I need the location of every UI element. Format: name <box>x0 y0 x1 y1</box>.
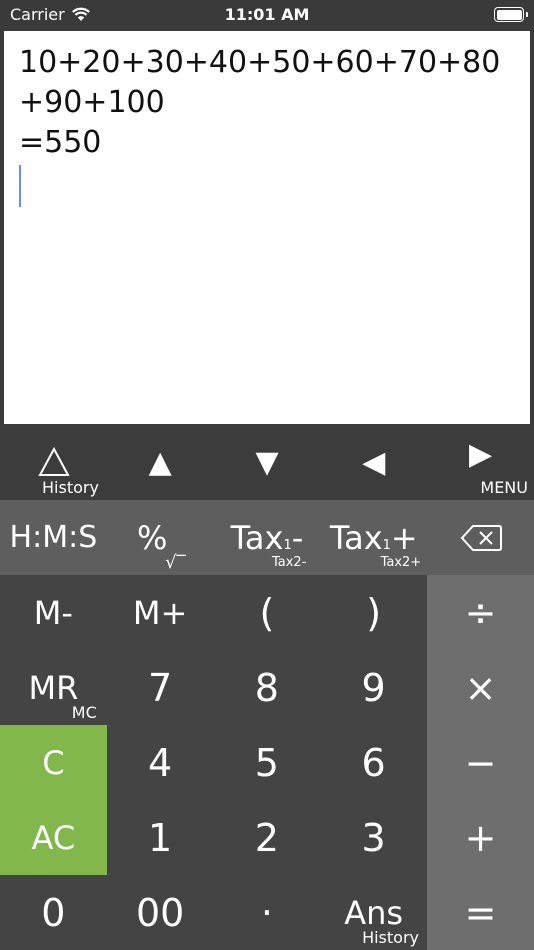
digit-3-label: 3 <box>361 815 386 860</box>
subtract-button[interactable]: − <box>427 725 534 800</box>
digit-9-button[interactable]: 9 <box>320 650 427 725</box>
history-button[interactable]: History <box>0 425 107 500</box>
decimal-point-label: · <box>260 890 273 935</box>
memory-minus-label: M- <box>33 593 73 632</box>
percent-label: % <box>136 518 168 557</box>
digit-5-button[interactable]: 5 <box>214 725 321 800</box>
memory-recall-label: MR <box>28 668 79 707</box>
memory-minus-button[interactable]: M- <box>0 575 107 650</box>
up-arrow-icon: ▲ <box>148 445 172 480</box>
digit-7-label: 7 <box>148 665 173 710</box>
calculator-display[interactable]: 10+20+30+40+50+60+70+80+90+100 =550 <box>4 31 530 424</box>
nav-row: History ▲ ▼ ◀ ▶ MENU <box>0 425 534 500</box>
digit-6-button[interactable]: 6 <box>320 725 427 800</box>
digit-1-button[interactable]: 1 <box>107 800 214 875</box>
tax-minus-label: Tax1- <box>231 519 304 557</box>
digit-2-button[interactable]: 2 <box>214 800 321 875</box>
double-zero-label: 00 <box>135 890 185 935</box>
ans-history-label: History <box>362 928 419 947</box>
digit-9-label: 9 <box>361 665 386 710</box>
keypad: M- M+ ( ) MR MC 7 8 9 C 4 5 6 AC 1 2 3 0… <box>0 575 427 950</box>
digit-2-label: 2 <box>254 815 279 860</box>
right-arrow-icon: ▶ <box>469 437 493 472</box>
all-clear-button[interactable]: AC <box>0 800 107 875</box>
close-paren-button[interactable]: ) <box>320 575 427 650</box>
tax-plus-button[interactable]: Tax1+ Tax2+ <box>320 500 427 575</box>
tax-plus-sign: + <box>390 518 418 557</box>
digit-6-label: 6 <box>361 740 386 785</box>
all-clear-label: AC <box>31 818 76 857</box>
percent-sqrt-button[interactable]: % √‾ <box>107 500 214 575</box>
multiply-button[interactable]: × <box>427 650 534 725</box>
digit-8-button[interactable]: 8 <box>214 650 321 725</box>
tax-minus-sup: 1 <box>283 537 292 553</box>
clear-button[interactable]: C <box>0 725 107 800</box>
tax-minus-button[interactable]: Tax1- Tax2- <box>214 500 321 575</box>
status-bar: Carrier 11:01 AM <box>0 0 534 30</box>
digit-3-button[interactable]: 3 <box>320 800 427 875</box>
expression-text: 10+20+30+40+50+60+70+80+90+100 <box>19 45 501 120</box>
history-triangle-icon <box>38 447 70 476</box>
memory-recall-button[interactable]: MR MC <box>0 650 107 725</box>
open-paren-label: ( <box>259 590 275 635</box>
divide-button[interactable]: ÷ <box>427 575 534 650</box>
status-time: 11:01 AM <box>224 5 310 24</box>
subtract-label: − <box>464 740 497 785</box>
hms-button[interactable]: H:M:S <box>0 500 107 575</box>
digit-0-button[interactable]: 0 <box>0 875 107 950</box>
memory-clear-label: MC <box>71 703 97 722</box>
tax2-minus-label: Tax2- <box>271 555 307 570</box>
backspace-button[interactable] <box>427 500 534 575</box>
add-button[interactable]: + <box>427 800 534 875</box>
decimal-point-button[interactable]: · <box>214 875 321 950</box>
digit-0-label: 0 <box>41 890 66 935</box>
up-arrow-button[interactable]: ▲ <box>107 425 214 500</box>
memory-plus-label: M+ <box>132 593 188 632</box>
menu-label: MENU <box>480 478 528 497</box>
sqrt-label: √‾ <box>165 552 186 573</box>
open-paren-button[interactable]: ( <box>214 575 321 650</box>
function-row: H:M:S % √‾ Tax1- Tax2- Tax1+ Tax2+ <box>0 500 534 575</box>
down-arrow-button[interactable]: ▼ <box>214 425 321 500</box>
left-arrow-button[interactable]: ◀ <box>320 425 427 500</box>
close-paren-label: ) <box>366 590 382 635</box>
backspace-icon <box>460 524 502 551</box>
digit-8-label: 8 <box>254 665 279 710</box>
tax-minus-sign: - <box>291 518 304 557</box>
tax-plus-label: Tax1+ <box>330 519 418 557</box>
add-label: + <box>464 815 497 860</box>
digit-4-label: 4 <box>148 740 173 785</box>
digit-5-label: 5 <box>254 740 279 785</box>
text-cursor <box>19 165 21 207</box>
multiply-label: × <box>464 665 497 710</box>
memory-plus-button[interactable]: M+ <box>107 575 214 650</box>
double-zero-button[interactable]: 00 <box>107 875 214 950</box>
ans-button[interactable]: Ans History <box>320 875 427 950</box>
down-arrow-icon: ▼ <box>255 445 279 480</box>
result-text: =550 <box>19 125 102 160</box>
equals-label: = <box>464 890 497 935</box>
digit-7-button[interactable]: 7 <box>107 650 214 725</box>
tax2-plus-label: Tax2+ <box>380 555 422 570</box>
left-arrow-icon: ◀ <box>362 445 386 480</box>
history-label: History <box>42 478 99 497</box>
digit-1-label: 1 <box>148 815 173 860</box>
equals-button[interactable]: = <box>427 875 534 950</box>
battery-icon <box>494 7 528 22</box>
clear-label: C <box>42 743 65 782</box>
tax-minus-main: Tax <box>230 518 284 557</box>
digit-4-button[interactable]: 4 <box>107 725 214 800</box>
hms-label: H:M:S <box>9 520 98 555</box>
tax-plus-sup: 1 <box>382 537 391 553</box>
ans-label: Ans <box>344 893 404 932</box>
divide-label: ÷ <box>464 590 497 635</box>
operator-column: ÷ × − + = <box>427 575 534 950</box>
tax-plus-main: Tax <box>329 518 383 557</box>
right-arrow-menu-button[interactable]: ▶ MENU <box>427 425 534 500</box>
